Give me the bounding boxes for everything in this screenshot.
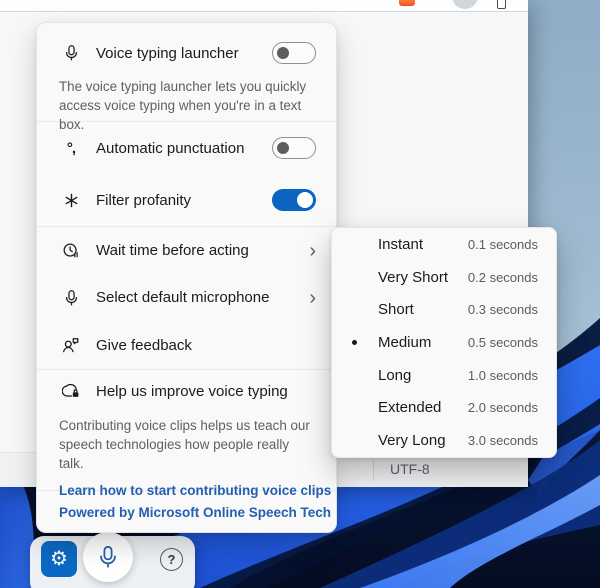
- option-label: Extended: [378, 399, 468, 416]
- voice-clip-lock-icon: [61, 382, 81, 400]
- selection-bullet-slot: [348, 438, 378, 443]
- selected-dot-icon: [352, 340, 357, 345]
- option-label: Very Long: [378, 432, 468, 449]
- section-improve: Help us improve voice typing Contributin…: [37, 370, 336, 490]
- selection-bullet-slot: [348, 307, 378, 312]
- option-value: 2.0 seconds: [468, 400, 538, 415]
- punctuation-icon: °,: [61, 140, 81, 157]
- section-menu: Wait time before acting › Select default…: [37, 227, 336, 369]
- option-value: 0.1 seconds: [468, 237, 538, 252]
- menu-label: Select default microphone: [96, 289, 309, 306]
- setting-label: Filter profanity: [96, 192, 272, 209]
- selection-bullet-slot: [348, 275, 378, 280]
- menu-label: Wait time before acting: [96, 242, 309, 259]
- setting-label: Automatic punctuation: [96, 140, 272, 157]
- help-button[interactable]: ?: [160, 548, 183, 571]
- setting-voice-typing-launcher[interactable]: Voice typing launcher: [37, 33, 336, 73]
- option-label: Medium: [378, 334, 468, 351]
- extension-icon[interactable]: [399, 0, 415, 6]
- wait-time-submenu: Instant 0.1 seconds Very Short 0.2 secon…: [331, 227, 557, 458]
- option-value: 3.0 seconds: [468, 433, 538, 448]
- selection-bullet-slot: [348, 405, 378, 410]
- feedback-icon: [61, 336, 81, 354]
- microphone-icon: [61, 289, 81, 307]
- encoding-label: UTF-8: [390, 461, 430, 477]
- microphone-icon: [61, 44, 81, 62]
- launcher-toggle[interactable]: [272, 42, 316, 64]
- selection-bullet-slot: [348, 373, 378, 378]
- option-value: 1.0 seconds: [468, 368, 538, 383]
- powered-by-link[interactable]: Powered by Microsoft Online Speech Tech: [59, 505, 331, 520]
- setting-filter-profanity[interactable]: Filter profanity: [37, 174, 336, 226]
- titlebar: [0, 0, 528, 12]
- desktop: UTF-8 ⚙ ? Voice typing launcher: [0, 0, 600, 588]
- chevron-right-icon: ›: [309, 288, 316, 308]
- profanity-toggle[interactable]: [272, 189, 316, 211]
- menu-label: Help us improve voice typing: [96, 383, 316, 400]
- punctuation-toggle[interactable]: [272, 137, 316, 159]
- menu-item-default-microphone[interactable]: Select default microphone ›: [37, 274, 336, 321]
- question-mark-icon: ?: [168, 553, 176, 566]
- menu-item-wait-time[interactable]: Wait time before acting ›: [37, 227, 336, 274]
- selection-bullet-slot: [348, 340, 378, 345]
- menu-label: Give feedback: [96, 337, 316, 354]
- section-toggles: °, Automatic punctuation Filter profanit…: [37, 122, 336, 226]
- submenu-item-very-long[interactable]: Very Long 3.0 seconds: [332, 424, 556, 457]
- voice-typing-settings-flyout: Voice typing launcher The voice typing l…: [36, 22, 337, 533]
- asterisk-icon: [61, 193, 81, 208]
- chevron-right-icon: ›: [309, 241, 316, 261]
- option-value: 0.2 seconds: [468, 270, 538, 285]
- option-label: Instant: [378, 236, 468, 253]
- menu-item-help-improve[interactable]: Help us improve voice typing: [37, 370, 336, 412]
- statusbar-divider: [373, 460, 374, 481]
- clock-icon: [61, 242, 81, 260]
- submenu-item-long[interactable]: Long 1.0 seconds: [332, 359, 556, 392]
- option-value: 0.3 seconds: [468, 302, 538, 317]
- voice-typing-toolbar: ⚙ ?: [30, 536, 195, 588]
- contributing-voice-clips-link[interactable]: Learn how to start contributing voice cl…: [59, 483, 331, 498]
- selection-bullet-slot: [348, 242, 378, 247]
- submenu-item-very-short[interactable]: Very Short 0.2 seconds: [332, 261, 556, 294]
- option-label: Short: [378, 301, 468, 318]
- option-label: Very Short: [378, 269, 468, 286]
- option-label: Long: [378, 367, 468, 384]
- submenu-item-extended[interactable]: Extended 2.0 seconds: [332, 392, 556, 425]
- option-value: 0.5 seconds: [468, 335, 538, 350]
- settings-button[interactable]: ⚙: [41, 541, 77, 577]
- page-icon[interactable]: [497, 0, 506, 9]
- microphone-icon: [96, 545, 120, 569]
- submenu-item-short[interactable]: Short 0.3 seconds: [332, 293, 556, 326]
- section-launcher: Voice typing launcher The voice typing l…: [37, 23, 336, 121]
- submenu-item-instant[interactable]: Instant 0.1 seconds: [332, 228, 556, 261]
- submenu-item-medium[interactable]: Medium 0.5 seconds: [332, 326, 556, 359]
- microphone-button[interactable]: [83, 532, 133, 582]
- setting-label: Voice typing launcher: [96, 45, 272, 62]
- improve-description: Contributing voice clips helps us teach …: [59, 416, 312, 473]
- menu-item-give-feedback[interactable]: Give feedback: [37, 322, 336, 369]
- avatar[interactable]: [452, 0, 478, 9]
- gear-icon: ⚙: [50, 549, 68, 569]
